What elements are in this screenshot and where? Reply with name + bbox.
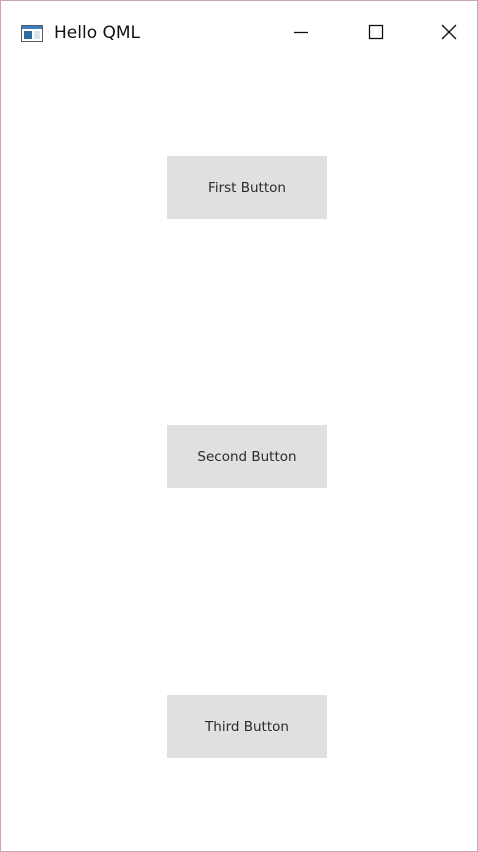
window-content: First Button Second Button Third Button bbox=[1, 63, 477, 851]
title-bar[interactable]: Hello QML bbox=[1, 1, 477, 63]
minimize-icon bbox=[293, 24, 309, 40]
close-button[interactable] bbox=[419, 1, 478, 63]
maximize-button[interactable] bbox=[346, 1, 406, 63]
first-button[interactable]: First Button bbox=[167, 156, 327, 219]
maximize-icon bbox=[368, 24, 384, 40]
minimize-button[interactable] bbox=[271, 1, 331, 63]
window-title: Hello QML bbox=[54, 23, 141, 43]
third-button[interactable]: Third Button bbox=[167, 695, 327, 758]
second-button[interactable]: Second Button bbox=[167, 425, 327, 488]
qt-window-icon[interactable] bbox=[21, 25, 43, 42]
close-icon bbox=[441, 24, 457, 40]
app-window: Hello QML First Button Second Button Thi… bbox=[0, 0, 478, 852]
